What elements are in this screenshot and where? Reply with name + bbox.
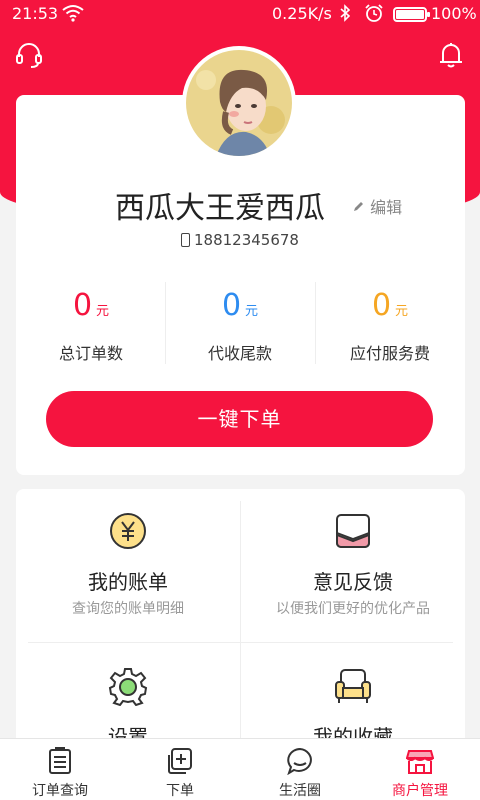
stat-unit: 元 xyxy=(96,304,110,319)
wifi-icon xyxy=(62,4,84,26)
tab-place-order[interactable]: 下单 xyxy=(120,739,240,800)
menu-item-favorites[interactable]: 我的收藏 xyxy=(241,644,465,749)
bell-icon[interactable] xyxy=(436,40,466,70)
gear-icon xyxy=(108,666,148,707)
store-icon xyxy=(405,747,435,775)
stat-label: 总订单数 xyxy=(58,344,123,363)
bottom-tab-bar: 订单查询 下单 生活圈 商户管理 xyxy=(0,738,480,800)
phone-number: 18812345678 xyxy=(194,231,299,249)
menu-item-feedback[interactable]: 意见反馈 以便我们更好的优化产品 xyxy=(241,489,465,639)
battery-icon xyxy=(393,7,430,22)
profile-page: 21:53 0.25K/s 100% 西瓜大王爱西瓜 编辑 1881234567… xyxy=(0,0,480,800)
avatar[interactable] xyxy=(182,46,296,160)
tab-label: 生活圈 xyxy=(279,783,321,799)
stat-unit: 元 xyxy=(245,304,259,319)
username: 西瓜大王爱西瓜 xyxy=(115,191,325,226)
stat-value: 0 xyxy=(72,288,93,323)
menu-title: 我的账单 xyxy=(88,570,168,594)
stat-value: 0 xyxy=(371,288,392,323)
tab-label: 下单 xyxy=(166,783,194,799)
sofa-icon xyxy=(333,666,373,706)
menu-subtitle: 以便我们更好的优化产品 xyxy=(276,601,430,617)
stat-unit: 元 xyxy=(395,304,409,319)
tab-life-circle[interactable]: 生活圈 xyxy=(240,739,360,800)
menu-divider xyxy=(28,642,453,643)
headset-icon[interactable] xyxy=(14,40,44,70)
phone-icon xyxy=(181,233,190,247)
tab-merchant-management[interactable]: 商户管理 xyxy=(360,739,480,800)
pencil-icon xyxy=(354,202,363,211)
tab-label: 订单查询 xyxy=(32,783,88,799)
edit-label: 编辑 xyxy=(370,198,403,217)
menu-item-bills[interactable]: 我的账单 查询您的账单明细 xyxy=(16,489,240,639)
stat-collected-balance[interactable]: 0元 代收尾款 xyxy=(165,288,315,363)
menu-card: 我的账单 查询您的账单明细 意见反馈 以便我们更好的优化产品 设置 我的收藏 xyxy=(16,489,465,749)
tab-order-query[interactable]: 订单查询 xyxy=(0,739,120,800)
chat-bubble-icon xyxy=(286,747,314,776)
network-speed: 0.25K/s xyxy=(272,4,332,23)
status-time: 21:53 xyxy=(12,4,59,23)
stat-value: 0 xyxy=(221,288,242,323)
edit-profile-button[interactable]: 编辑 xyxy=(352,194,402,218)
tab-label: 商户管理 xyxy=(392,783,448,799)
battery-percent: 100% xyxy=(431,4,477,23)
username-row: 西瓜大王爱西瓜 xyxy=(0,183,480,227)
menu-title: 意见反馈 xyxy=(313,570,393,594)
clipboard-icon xyxy=(46,747,74,775)
one-click-order-button[interactable]: 一键下单 xyxy=(46,391,433,447)
menu-subtitle: 查询您的账单明细 xyxy=(72,601,184,617)
phone-row: 18812345678 xyxy=(0,231,480,249)
alarm-icon xyxy=(364,3,384,27)
stat-label: 应付服务费 xyxy=(349,344,430,363)
stat-total-orders[interactable]: 0元 总订单数 xyxy=(16,288,166,363)
menu-item-settings[interactable]: 设置 xyxy=(16,644,240,749)
bluetooth-icon xyxy=(340,4,351,26)
stat-label: 代收尾款 xyxy=(207,344,272,363)
stat-service-fee[interactable]: 0元 应付服务费 xyxy=(315,288,465,363)
yen-coin-icon xyxy=(108,511,148,551)
status-bar: 21:53 0.25K/s 100% xyxy=(0,0,480,28)
feedback-icon xyxy=(333,511,373,551)
add-order-icon xyxy=(166,747,194,775)
